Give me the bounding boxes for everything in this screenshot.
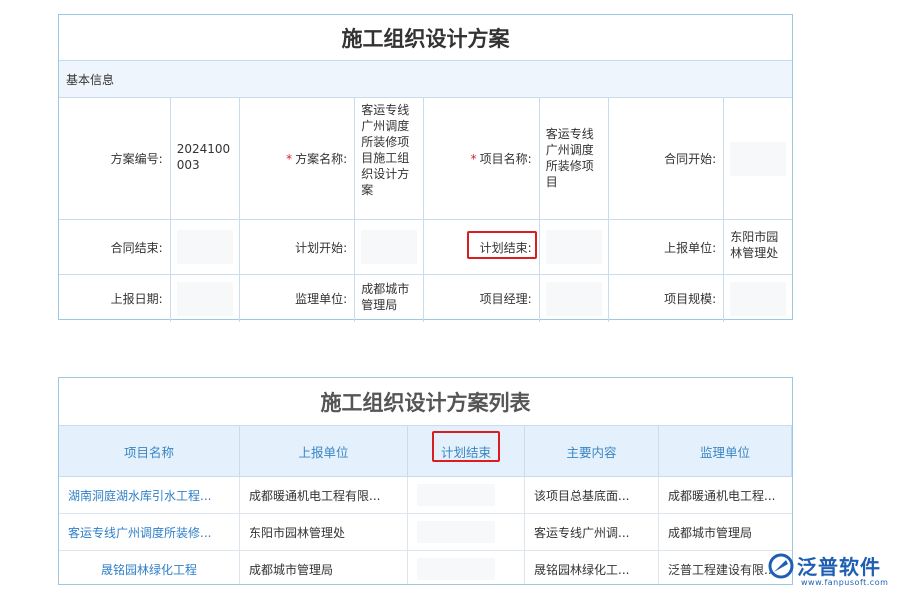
main-content: 该项目总基底面... [534,488,630,503]
report-date-field[interactable] [171,275,240,322]
contract-start-label: 合同开始: [609,98,725,219]
report-unit: 成都城市管理局 [249,562,334,577]
form-row: 方案编号: 2024100003 * 方案名称: 客运专线广州调度所装修项目施工… [59,98,792,220]
empty-value [176,230,233,264]
project-link[interactable]: 湖南洞庭湖水库引水工程... [59,477,240,513]
empty-value [417,521,496,543]
supervisor: 成都城市管理局 [668,525,753,540]
empty-value [361,230,418,264]
plan-form: 施工组织设计方案 基本信息 方案编号: 2024100003 * 方案名称: 客… [58,14,793,322]
project-name[interactable]: 晟铭园林绿化工程 [101,561,197,578]
column-report-unit[interactable]: 上报单位 [240,426,408,476]
plan-end-column-highlight [432,431,500,462]
required-mark: * [286,151,293,166]
project-scale-field[interactable] [724,275,792,322]
brand-logo: 泛普软件 www.fanpusoft.com [768,551,888,587]
table-row[interactable]: 晟铭园林绿化工程 成都城市管理局 晟铭园林绿化工... 泛普工程建设有限... [59,551,792,584]
table-row[interactable]: 湖南洞庭湖水库引水工程... 成都暖通机电工程有限... 该项目总基底面... … [59,477,792,514]
contract-end-label: 合同结束: [59,220,171,274]
brand-name: 泛普软件 [797,555,881,579]
content-cell: 该项目总基底面... [525,477,659,513]
project-name-value[interactable]: 客运专线广州调度所装修项目 [540,98,609,219]
content-cell: 客运专线广州调... [525,514,659,550]
plan-list: 施工组织设计方案列表 项目名称 上报单位 计划结束 主要内容 监理单位 湖南洞庭… [58,377,793,585]
project-name[interactable]: 湖南洞庭湖水库引水工程... [68,487,211,504]
table-header: 项目名称 上报单位 计划结束 主要内容 监理单位 [59,426,792,477]
project-name-label-text: 项目名称: [479,152,532,166]
column-main-content[interactable]: 主要内容 [525,426,659,476]
brand-url: www.fanpusoft.com [801,578,889,587]
empty-value [417,484,496,506]
contract-end-field[interactable] [171,220,240,274]
plan-name-label: * 方案名称: [240,98,356,219]
main-content: 晟铭园林绿化工... [534,562,630,577]
plan-name-label-text: 方案名称: [295,152,348,166]
supervisor: 成都暖通机电工程... [668,488,776,503]
project-scale-label: 项目规模: [609,275,725,322]
report-unit-cell: 东阳市园林管理处 [240,514,408,550]
plan-no-label: 方案编号: [59,98,171,219]
report-unit: 成都暖通机电工程有限... [249,488,381,503]
plan-end-cell [408,477,525,513]
table-row[interactable]: 客运专线广州调度所装修... 东阳市园林管理处 客运专线广州调... 成都城市管… [59,514,792,551]
project-link[interactable]: 客运专线广州调度所装修... [59,514,240,550]
report-date-label: 上报日期: [59,275,171,322]
plan-no-text: 2024100003 [176,141,231,172]
project-name-label: * 项目名称: [424,98,540,219]
empty-value [545,230,602,264]
plan-no-value: 2024100003 [171,98,240,219]
plan-end-cell [408,551,525,584]
column-supervisor[interactable]: 监理单位 [659,426,792,476]
supervisor-cell: 成都城市管理局 [659,514,792,550]
project-manager-label: 项目经理: [424,275,540,322]
form-title: 施工组织设计方案 [59,15,792,61]
report-unit-value[interactable]: 东阳市园林管理处 [724,220,792,274]
plan-start-label: 计划开始: [240,220,356,274]
empty-value [730,141,787,176]
column-project-name[interactable]: 项目名称 [59,426,240,476]
supervisor-cell: 成都暖通机电工程... [659,477,792,513]
project-name[interactable]: 客运专线广州调度所装修... [68,524,211,541]
report-unit-label: 上报单位: [609,220,725,274]
report-unit: 东阳市园林管理处 [249,525,346,540]
plan-start-field[interactable] [355,220,425,274]
required-mark: * [470,151,477,166]
logo-row: 泛普软件 [768,551,881,580]
supervisor: 泛普工程建设有限... [668,562,776,577]
empty-value [730,281,787,316]
supervisor-label: 监理单位: [240,275,356,322]
report-unit-cell: 成都暖通机电工程有限... [240,477,408,513]
form-grid: 方案编号: 2024100003 * 方案名称: 客运专线广州调度所装修项目施工… [59,98,792,322]
plan-end-field[interactable] [540,220,609,274]
section-basic-info: 基本信息 [59,61,792,98]
empty-value [545,281,602,316]
plan-end-cell [408,514,525,550]
form-row: 合同结束: 计划开始: 计划结束: 上报单位: 东阳市园林管理处 [59,220,792,275]
empty-value [417,558,496,580]
project-link[interactable]: 晟铭园林绿化工程 [59,551,240,584]
report-unit-cell: 成都城市管理局 [240,551,408,584]
list-title: 施工组织设计方案列表 [59,378,792,426]
supervisor-value[interactable]: 成都城市管理局 [355,275,425,322]
project-manager-field[interactable] [540,275,609,322]
plan-name-value[interactable]: 客运专线广州调度所装修项目施工组织设计方案 [355,98,425,219]
plan-end-highlight [467,231,537,259]
content-cell: 晟铭园林绿化工... [525,551,659,584]
brand-logo-icon [768,553,794,578]
empty-value [176,281,233,316]
main-content: 客运专线广州调... [534,525,630,540]
contract-start-field[interactable] [724,98,792,219]
form-row: 上报日期: 监理单位: 成都城市管理局 项目经理: 项目规模: [59,275,792,322]
